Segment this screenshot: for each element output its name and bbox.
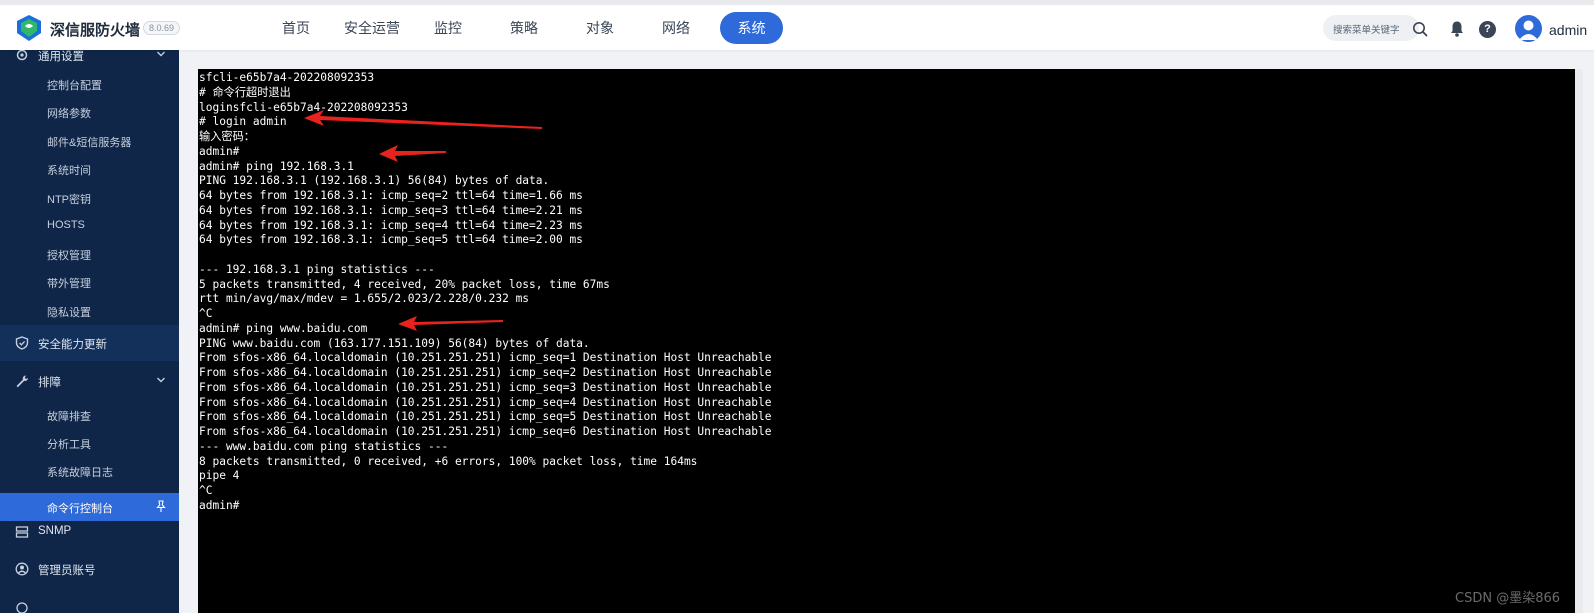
terminal-line: 5 packets transmitted, 4 received, 20% p…	[199, 277, 610, 291]
sidebar-section-snmp[interactable]: SNMP	[0, 514, 179, 550]
sidebar-item-ntp-key[interactable]: NTP密钥	[47, 191, 91, 207]
watermark: CSDN @墨染866	[1455, 591, 1561, 606]
sidebar-section-label: 管理员账号	[38, 565, 96, 577]
sidebar-section-general[interactable]: 通用设置	[0, 50, 179, 73]
terminal-line: pipe 4	[199, 469, 240, 483]
terminal-line: From sfos-x86_64.localdomain (10.251.251…	[199, 395, 772, 409]
brand-title: 深信服防火墙	[50, 22, 141, 39]
sangfor-logo	[17, 15, 41, 41]
terminal-line: From sfos-x86_64.localdomain (10.251.251…	[199, 351, 772, 365]
nav-security-ops[interactable]: 安全运营	[334, 12, 410, 44]
sidebar-section-admin-account[interactable]: 管理员账号	[0, 551, 179, 587]
sidebar-item-fault-diagnosis[interactable]: 故障排查	[47, 408, 91, 424]
chevron-down-icon	[157, 377, 165, 383]
terminal-line: 64 bytes from 192.168.3.1: icmp_seq=3 tt…	[199, 203, 583, 217]
terminal-line: 64 bytes from 192.168.3.1: icmp_seq=4 tt…	[199, 218, 583, 232]
search-placeholder: 搜索菜单关键字	[1333, 25, 1400, 36]
terminal-line: ^C	[199, 484, 213, 497]
search-icon[interactable]	[1412, 21, 1428, 37]
annotation-arrow-login	[304, 110, 542, 129]
avatar[interactable]	[1515, 15, 1542, 42]
annotation-arrow-ping-baidu	[398, 316, 503, 331]
nav-object[interactable]: 对象	[562, 12, 638, 44]
menu-search-input[interactable]: 搜索菜单关键字	[1323, 15, 1419, 41]
terminal-line: 64 bytes from 192.168.3.1: icmp_seq=2 tt…	[199, 189, 583, 202]
terminal-line: PING www.baidu.com (163.177.151.109) 56(…	[199, 336, 590, 350]
sidebar-item-hosts[interactable]: HOSTS	[47, 219, 85, 231]
help-icon[interactable]: ?	[1479, 21, 1496, 38]
chevron-down-icon	[157, 51, 165, 57]
terminal-line: # login admin	[199, 115, 287, 129]
sidebar-item-license[interactable]: 授权管理	[47, 247, 91, 263]
annotation-arrow-ping-ip	[379, 145, 446, 162]
terminal-line: ^C	[199, 307, 213, 320]
terminal-line: PING 192.168.3.1 (192.168.3.1) 56(84) by…	[199, 174, 550, 188]
nav-network[interactable]: 网络	[638, 12, 714, 44]
sidebar-item-system-fault-log[interactable]: 系统故障日志	[47, 464, 113, 480]
terminal-line: admin#	[199, 144, 240, 158]
terminal-line: 8 packets transmitted, 0 received, +6 er…	[199, 454, 698, 468]
cli-terminal[interactable]: sfcli-e65b7a4-202208092353 # 命令行超时退出 login…	[198, 69, 1583, 613]
terminal-line: --- 192.168.3.1 ping statistics ---	[199, 262, 435, 276]
nav-policy[interactable]: 策略	[486, 12, 562, 44]
terminal-line: sfcli-e65b7a4-202208092353	[199, 71, 375, 84]
network-icon	[15, 526, 29, 538]
pin-icon[interactable]	[155, 500, 167, 513]
terminal-line: 输入密码：	[199, 130, 255, 143]
username[interactable]: admin	[1549, 22, 1587, 38]
terminal-line: # 命令行超时退出	[199, 85, 291, 99]
sidebar-item-system-time[interactable]: 系统时间	[47, 162, 91, 178]
sidebar-section-label: SNMP	[38, 525, 72, 537]
sidebar: 通用设置 控制台配置 网络参数 邮件&短信服务器 系统时间 NTP密钥 HOST…	[0, 50, 179, 613]
sidebar-section-label: 排障	[38, 377, 61, 389]
terminal-line: --- www.baidu.com ping statistics ---	[199, 439, 449, 453]
user-icon	[15, 562, 29, 576]
shield-icon	[15, 336, 29, 350]
settings-icon	[16, 602, 28, 613]
sidebar-section-label: 安全能力更新	[38, 339, 107, 351]
terminal-line: From sfos-x86_64.localdomain (10.251.251…	[199, 366, 772, 379]
sidebar-item-network-params[interactable]: 网络参数	[47, 105, 91, 121]
sidebar-section-security-update[interactable]: 安全能力更新	[0, 325, 179, 361]
nav-monitor[interactable]: 监控	[410, 12, 486, 44]
terminal-line: From sfos-x86_64.localdomain (10.251.251…	[199, 410, 772, 424]
terminal-line: admin# ping www.baidu.com	[199, 321, 368, 335]
terminal-line: admin# ping 192.168.3.1	[199, 159, 354, 173]
terminal-line: 64 bytes from 192.168.3.1: icmp_seq=5 tt…	[199, 233, 583, 247]
sidebar-item-mail-sms-server[interactable]: 邮件&短信服务器	[47, 134, 131, 150]
sidebar-section-label: 通用设置	[38, 51, 84, 63]
gear-icon	[16, 50, 28, 61]
terminal-line: rtt min/avg/max/mdev = 1.655/2.023/2.228…	[199, 292, 530, 306]
nav-system[interactable]: 系统	[720, 12, 783, 44]
terminal-line: From sfos-x86_64.localdomain (10.251.251…	[199, 425, 772, 438]
nav-home[interactable]: 首页	[258, 12, 334, 44]
sidebar-item-out-of-band[interactable]: 带外管理	[47, 275, 91, 291]
user-icon	[1519, 20, 1538, 40]
terminal-line: From sfos-x86_64.localdomain (10.251.251…	[199, 380, 772, 394]
main-nav: 首页 安全运营 监控 策略 对象 网络 系统	[258, 12, 783, 44]
bell-icon[interactable]	[1449, 20, 1465, 38]
wrench-icon	[16, 375, 28, 388]
sidebar-item-privacy[interactable]: 隐私设置	[47, 304, 91, 320]
sidebar-section-more[interactable]	[0, 590, 179, 613]
sidebar-item-console-config[interactable]: 控制台配置	[47, 77, 102, 93]
sidebar-section-troubleshoot[interactable]: 排障	[0, 363, 179, 399]
top-navigation-bar: 深信服防火墙 8.0.69 首页 安全运营 监控 策略 对象 网络 系统 搜索菜…	[0, 0, 1594, 50]
sidebar-item-analysis-tools[interactable]: 分析工具	[47, 436, 91, 452]
terminal-line: admin#	[199, 498, 240, 512]
version-badge: 8.0.69	[143, 21, 181, 35]
